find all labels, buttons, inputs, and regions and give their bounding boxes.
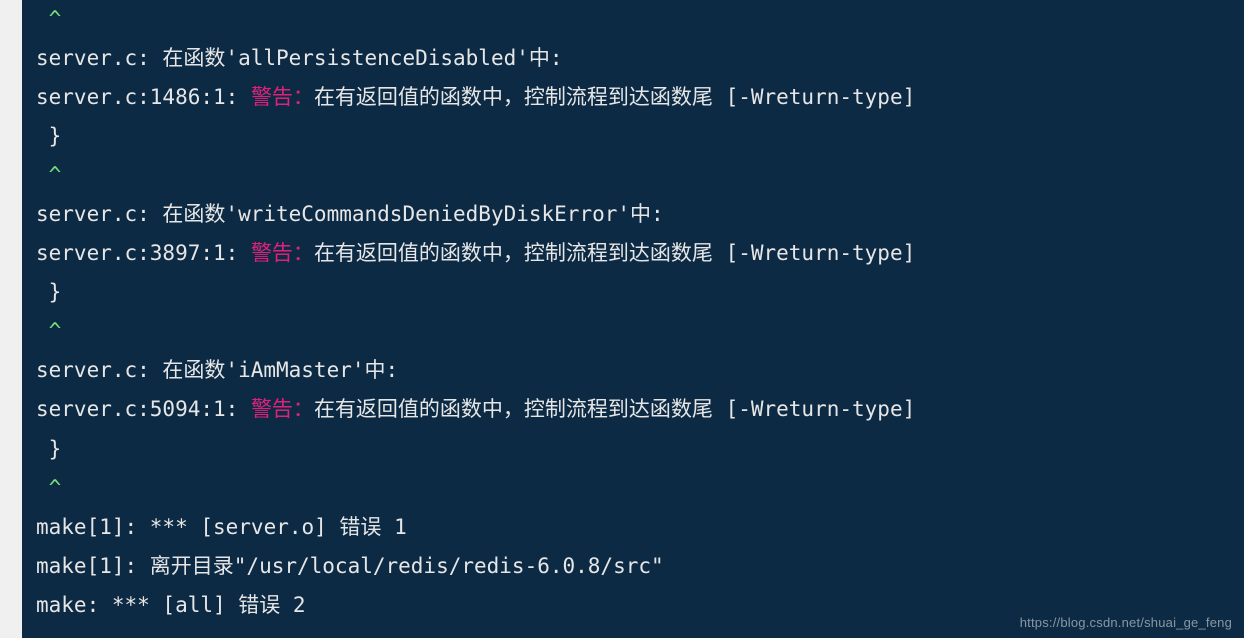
compile-context-prefix: server.c: 在函数': [36, 46, 238, 70]
caret-marker: ^: [36, 476, 61, 500]
caret-marker: ^: [36, 319, 61, 343]
compile-context-prefix: server.c: 在函数': [36, 202, 238, 226]
compile-context-prefix: server.c: 在函数': [36, 358, 238, 382]
terminal-line: ^: [36, 312, 1244, 351]
warning-message: 在有返回值的函数中，控制流程到达函数尾 [-Wreturn-type]: [314, 85, 915, 109]
caret-marker: ^: [36, 7, 61, 31]
plain-output: }: [36, 437, 61, 461]
warning-label: 警告：: [251, 397, 314, 421]
terminal-line: server.c: 在函数'iAmMaster'中:: [36, 351, 1244, 390]
terminal-line: ^: [36, 469, 1244, 508]
warning-message: 在有返回值的函数中，控制流程到达函数尾 [-Wreturn-type]: [314, 397, 915, 421]
terminal-output: ^server.c: 在函数'allPersistenceDisabled'中:…: [22, 0, 1244, 638]
function-name: allPersistenceDisabled: [238, 46, 516, 70]
warning-label: 警告：: [251, 85, 314, 109]
terminal-line: make: *** [all] 错误 2: [36, 586, 1244, 625]
plain-output: make[1]: 离开目录"/usr/local/redis/redis-6.0…: [36, 554, 664, 578]
compile-context-suffix: '中:: [352, 358, 398, 382]
caret-marker: ^: [36, 163, 61, 187]
source-location: server.c:3897:1:: [36, 241, 251, 265]
terminal-line: server.c:3897:1: 警告：在有返回值的函数中，控制流程到达函数尾 …: [36, 234, 1244, 273]
terminal-line: server.c: 在函数'allPersistenceDisabled'中:: [36, 39, 1244, 78]
terminal-line: }: [36, 273, 1244, 312]
source-location: server.c:1486:1:: [36, 85, 251, 109]
source-location: server.c:5094:1:: [36, 397, 251, 421]
function-name: iAmMaster: [238, 358, 352, 382]
compile-context-suffix: '中:: [516, 46, 562, 70]
terminal-line: ^: [36, 156, 1244, 195]
terminal-line: server.c:5094:1: 警告：在有返回值的函数中，控制流程到达函数尾 …: [36, 390, 1244, 429]
left-gutter: [0, 0, 22, 638]
terminal-line: }: [36, 430, 1244, 469]
plain-output: make: *** [all] 错误 2: [36, 593, 306, 617]
plain-output: }: [36, 280, 61, 304]
compile-context-suffix: '中:: [617, 202, 663, 226]
warning-message: 在有返回值的函数中，控制流程到达函数尾 [-Wreturn-type]: [314, 241, 915, 265]
terminal-line: make[1]: 离开目录"/usr/local/redis/redis-6.0…: [36, 547, 1244, 586]
terminal-line: server.c: 在函数'writeCommandsDeniedByDiskE…: [36, 195, 1244, 234]
terminal-line: ^: [36, 0, 1244, 39]
terminal-line: server.c:1486:1: 警告：在有返回值的函数中，控制流程到达函数尾 …: [36, 78, 1244, 117]
terminal-line: make[1]: *** [server.o] 错误 1: [36, 508, 1244, 547]
terminal-line: }: [36, 117, 1244, 156]
plain-output: make[1]: *** [server.o] 错误 1: [36, 515, 407, 539]
plain-output: }: [36, 124, 61, 148]
warning-label: 警告：: [251, 241, 314, 265]
function-name: writeCommandsDeniedByDiskError: [238, 202, 617, 226]
